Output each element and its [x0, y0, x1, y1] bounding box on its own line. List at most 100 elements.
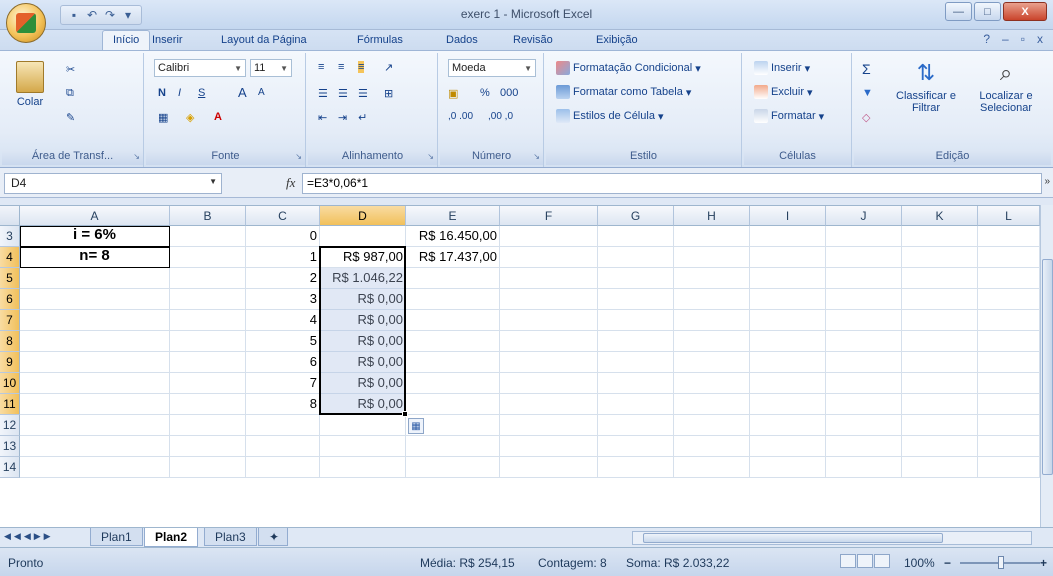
cell-f11[interactable]	[500, 394, 598, 415]
cell-l4[interactable]	[978, 247, 1040, 268]
doc-close-button[interactable]: x	[1037, 32, 1043, 46]
wrap-text-icon[interactable]: ↵	[358, 111, 367, 124]
column-header-a[interactable]: A	[20, 206, 170, 226]
cell-l14[interactable]	[978, 457, 1040, 478]
cell-a12[interactable]	[20, 415, 170, 436]
cell-l3[interactable]	[978, 226, 1040, 247]
clear-icon[interactable]: ◇	[862, 111, 870, 124]
cell-j5[interactable]	[826, 268, 902, 289]
cell-a9[interactable]	[20, 352, 170, 373]
cell-k7[interactable]	[902, 310, 978, 331]
cell-g13[interactable]	[598, 436, 674, 457]
cell-a10[interactable]	[20, 373, 170, 394]
cell-a5[interactable]	[20, 268, 170, 289]
cell-h3[interactable]	[674, 226, 750, 247]
cell-i14[interactable]	[750, 457, 826, 478]
font-color-icon[interactable]: A	[214, 111, 222, 123]
cell-a4[interactable]: n= 8	[20, 247, 170, 268]
cell-d9[interactable]: R$ 0,00	[320, 352, 406, 373]
conditional-formatting-button[interactable]: Formatação Condicional ▾	[556, 61, 701, 75]
cell-k6[interactable]	[902, 289, 978, 310]
cell-h5[interactable]	[674, 268, 750, 289]
row-header-3[interactable]: 3	[0, 226, 20, 247]
tab-inicio[interactable]: Início	[102, 30, 151, 51]
cell-e9[interactable]	[406, 352, 500, 373]
cell-h7[interactable]	[674, 310, 750, 331]
cell-l5[interactable]	[978, 268, 1040, 289]
cell-i10[interactable]	[750, 373, 826, 394]
number-format-select[interactable]: Moeda ▼	[448, 59, 536, 77]
doc-restore-button[interactable]: ▫	[1021, 32, 1025, 46]
zoom-slider-knob[interactable]	[998, 556, 1004, 569]
cell-e14[interactable]	[406, 457, 500, 478]
cell-d11[interactable]: R$ 0,00	[320, 394, 406, 415]
accounting-format-icon[interactable]: ▣	[448, 87, 458, 100]
cell-l10[interactable]	[978, 373, 1040, 394]
cell-c6[interactable]: 3	[246, 289, 320, 310]
cell-styles-button[interactable]: Estilos de Célula ▾	[556, 109, 663, 123]
cell-g6[interactable]	[598, 289, 674, 310]
cell-l9[interactable]	[978, 352, 1040, 373]
cell-b7[interactable]	[170, 310, 246, 331]
format-painter-icon[interactable]: ✎	[66, 111, 75, 124]
tab-formulas[interactable]: Fórmulas	[357, 34, 403, 46]
cell-h12[interactable]	[674, 415, 750, 436]
zoom-out-button[interactable]: −	[944, 556, 951, 570]
formula-input[interactable]: =E3*0,06*1	[302, 173, 1042, 194]
cell-j6[interactable]	[826, 289, 902, 310]
horizontal-scroll-thumb[interactable]	[643, 533, 943, 543]
tab-exibicao[interactable]: Exibição	[596, 34, 638, 46]
cell-c8[interactable]: 5	[246, 331, 320, 352]
tab-revisao[interactable]: Revisão	[513, 34, 553, 46]
cell-d7[interactable]: R$ 0,00	[320, 310, 406, 331]
cell-b14[interactable]	[170, 457, 246, 478]
sheet-tab-plan3[interactable]: Plan3	[204, 528, 257, 546]
decrease-decimal-button[interactable]: ,00 ,0	[488, 111, 513, 122]
cell-h4[interactable]	[674, 247, 750, 268]
row-header-5[interactable]: 5	[0, 268, 20, 289]
cell-i6[interactable]	[750, 289, 826, 310]
cell-h14[interactable]	[674, 457, 750, 478]
row-header-11[interactable]: 11	[0, 394, 20, 415]
cell-h8[interactable]	[674, 331, 750, 352]
cell-g5[interactable]	[598, 268, 674, 289]
cell-l11[interactable]	[978, 394, 1040, 415]
sheet-tab-plan1[interactable]: Plan1	[90, 528, 143, 546]
cell-d14[interactable]	[320, 457, 406, 478]
cell-b8[interactable]	[170, 331, 246, 352]
cell-k13[interactable]	[902, 436, 978, 457]
sort-filter-button[interactable]: ⇅ Classificar e Filtrar	[890, 59, 962, 114]
cell-e11[interactable]	[406, 394, 500, 415]
cell-j11[interactable]	[826, 394, 902, 415]
cell-b5[interactable]	[170, 268, 246, 289]
cell-h13[interactable]	[674, 436, 750, 457]
cell-f9[interactable]	[500, 352, 598, 373]
help-icon[interactable]: ?	[983, 32, 990, 46]
cell-d3[interactable]	[320, 226, 406, 247]
cell-f12[interactable]	[500, 415, 598, 436]
paste-button[interactable]: Colar	[16, 61, 44, 108]
office-button[interactable]	[6, 3, 46, 43]
close-button[interactable]: X	[1003, 2, 1047, 21]
page-layout-view-icon[interactable]	[857, 554, 873, 568]
italic-button[interactable]: I	[178, 87, 181, 99]
row-header-12[interactable]: 12	[0, 415, 20, 436]
borders-icon[interactable]: ▦	[158, 111, 168, 124]
row-header-4[interactable]: 4	[0, 247, 20, 268]
cell-j7[interactable]	[826, 310, 902, 331]
row-header-6[interactable]: 6	[0, 289, 20, 310]
column-header-i[interactable]: I	[750, 206, 826, 226]
align-center-icon[interactable]: ☰	[338, 87, 348, 100]
cell-g11[interactable]	[598, 394, 674, 415]
cell-k9[interactable]	[902, 352, 978, 373]
cell-f10[interactable]	[500, 373, 598, 394]
row-header-13[interactable]: 13	[0, 436, 20, 457]
cell-g14[interactable]	[598, 457, 674, 478]
cell-c7[interactable]: 4	[246, 310, 320, 331]
cell-d13[interactable]	[320, 436, 406, 457]
dialog-launcher-icon[interactable]: ↘	[133, 152, 140, 161]
cell-e13[interactable]	[406, 436, 500, 457]
cell-j9[interactable]	[826, 352, 902, 373]
number-dialog-launcher-icon[interactable]: ↘	[533, 152, 540, 161]
chevron-down-icon[interactable]: ▼	[209, 177, 217, 186]
